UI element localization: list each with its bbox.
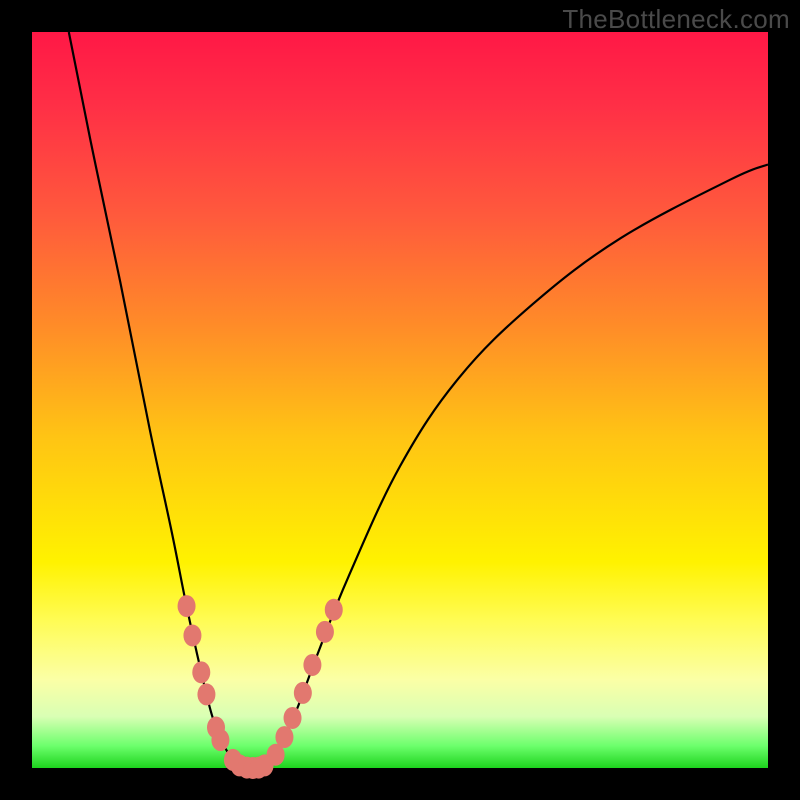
data-point [316,621,334,643]
right-curve [253,164,768,768]
data-point [178,595,196,617]
data-point [294,682,312,704]
data-point [325,599,343,621]
data-point [192,661,210,683]
data-point [197,683,215,705]
data-point [303,654,321,676]
chart-svg [32,32,768,768]
data-point [183,625,201,647]
data-point-markers [178,595,343,779]
data-point [211,729,229,751]
watermark-text: TheBottleneck.com [562,4,790,35]
data-point [284,707,302,729]
chart-plot-area [32,32,768,768]
left-curve [69,32,253,768]
data-point [275,726,293,748]
